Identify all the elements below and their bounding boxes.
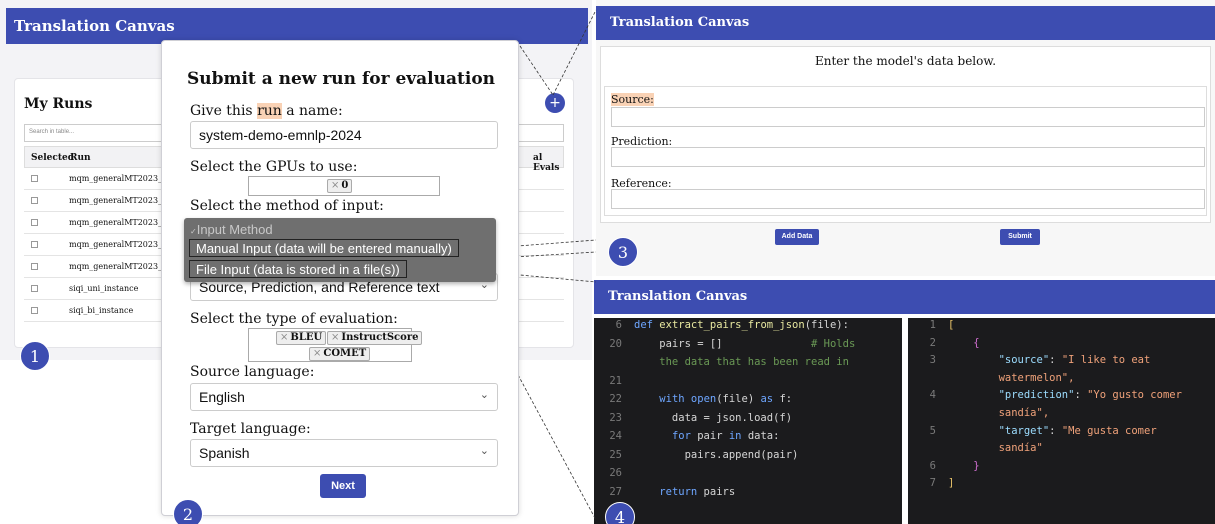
step-badge-1: 1 [20, 341, 50, 371]
eval-tag[interactable]: × BLEU [276, 331, 327, 345]
source-language-label: Source language: [190, 364, 315, 380]
source-language-select[interactable]: English ⌄ [190, 383, 498, 411]
eval-type-label: Select the type of evaluation: [190, 311, 398, 327]
step-badge-3: 3 [608, 237, 638, 267]
input-method-label: Select the method of input: [190, 198, 384, 214]
chevron-down-icon: ⌄ [479, 445, 489, 457]
remove-tag-icon[interactable]: × [280, 332, 288, 343]
eval-tag-label: InstructScore [341, 332, 419, 343]
eval-tag-label: COMET [323, 348, 367, 359]
eval-tag[interactable]: × COMET [309, 347, 371, 361]
gpu-tag[interactable]: × 0 [327, 179, 353, 193]
remove-tag-icon[interactable]: × [313, 348, 321, 359]
check-icon: ✓ [190, 227, 197, 236]
option-file-input[interactable]: File Input (data is stored in a file(s)) [189, 260, 407, 278]
dropdown-header-label: Input Method [196, 222, 273, 237]
target-language-value: Spanish [199, 445, 250, 461]
step-badge-4: 4 [605, 502, 635, 524]
chevron-down-icon: ⌄ [479, 389, 489, 401]
connector-line [552, 9, 597, 96]
eval-tag-label: BLEU [290, 332, 323, 343]
remove-tag-icon[interactable]: × [331, 332, 339, 343]
eval-type-multiselect[interactable]: × BLEU × InstructScore × COMET [248, 328, 423, 362]
option-manual-input[interactable]: Manual Input (data will be entered manua… [189, 239, 459, 257]
modal-title: Submit a new run for evaluation [186, 69, 496, 89]
gpu-tag-label: 0 [341, 180, 349, 191]
run-name-label: Give this run a name: [190, 103, 343, 119]
dropdown-header: ✓Input Method [190, 222, 273, 237]
input-method-dropdown[interactable]: ✓Input Method Manual Input (data will be… [184, 218, 496, 282]
run-name-label-highlight: run [257, 103, 282, 119]
source-language-value: English [199, 389, 245, 405]
gpu-multiselect[interactable]: × 0 [248, 176, 440, 196]
run-name-label-pre: Give this [190, 103, 258, 119]
run-name-label-post: a name: [281, 103, 343, 119]
gpu-label: Select the GPUs to use: [190, 159, 358, 175]
target-language-select[interactable]: Spanish ⌄ [190, 439, 498, 467]
connector-line [519, 45, 554, 96]
remove-tag-icon[interactable]: × [331, 180, 339, 191]
target-language-label: Target language: [190, 421, 311, 437]
next-button[interactable]: Next [320, 474, 366, 498]
eval-tag[interactable]: × InstructScore [327, 331, 423, 345]
run-name-input[interactable]: system-demo-emnlp-2024 [190, 121, 498, 149]
step-badge-2: 2 [173, 499, 203, 524]
